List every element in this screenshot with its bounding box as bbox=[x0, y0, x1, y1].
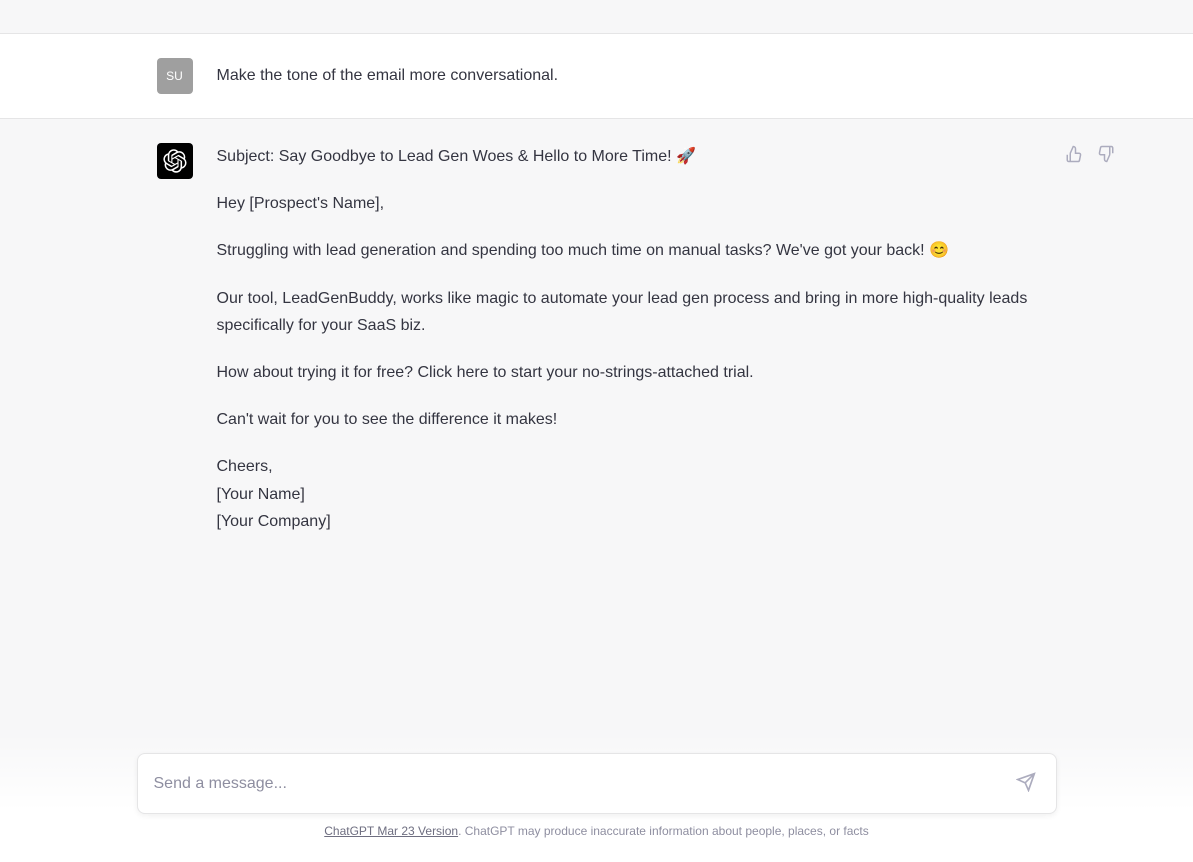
message-input[interactable] bbox=[154, 775, 1012, 793]
footer-note: ChatGPT Mar 23 Version. ChatGPT may prod… bbox=[137, 814, 1057, 852]
sig-line-2: [Your Name] bbox=[217, 486, 305, 503]
user-avatar: SU bbox=[157, 58, 193, 94]
compose-area: ChatGPT Mar 23 Version. ChatGPT may prod… bbox=[0, 733, 1193, 862]
thumbs-down-icon bbox=[1097, 145, 1115, 163]
assistant-message-row: Subject: Say Goodbye to Lead Gen Woes & … bbox=[0, 119, 1193, 559]
sig-line-1: Cheers, bbox=[217, 458, 273, 475]
assistant-para-6: Can't wait for you to see the difference… bbox=[217, 406, 1057, 433]
send-button[interactable] bbox=[1012, 768, 1040, 799]
thumbs-down-button[interactable] bbox=[1095, 143, 1117, 168]
sig-line-3: [Your Company] bbox=[217, 513, 331, 530]
user-avatar-initials: SU bbox=[166, 69, 183, 83]
assistant-para-3: Struggling with lead generation and spen… bbox=[217, 237, 1057, 264]
thumbs-up-icon bbox=[1065, 145, 1083, 163]
message-input-box bbox=[137, 753, 1057, 814]
assistant-para-5: How about trying it for free? Click here… bbox=[217, 359, 1057, 386]
user-message-text: Make the tone of the email more conversa… bbox=[217, 58, 1117, 94]
assistant-para-subject: Subject: Say Goodbye to Lead Gen Woes & … bbox=[217, 143, 1057, 170]
user-message-row: SU Make the tone of the email more conve… bbox=[0, 34, 1193, 119]
openai-logo-icon bbox=[163, 149, 187, 173]
thumbs-up-button[interactable] bbox=[1063, 143, 1085, 168]
footer-disclaimer: . ChatGPT may produce inaccurate informa… bbox=[458, 824, 869, 838]
assistant-para-4: Our tool, LeadGenBuddy, works like magic… bbox=[217, 285, 1057, 339]
assistant-avatar bbox=[157, 143, 193, 179]
assistant-signature: Cheers, [Your Name] [Your Company] bbox=[217, 453, 1057, 535]
top-strip bbox=[0, 0, 1193, 34]
version-link[interactable]: ChatGPT Mar 23 Version bbox=[324, 824, 458, 838]
assistant-para-greeting: Hey [Prospect's Name], bbox=[217, 190, 1057, 217]
send-icon bbox=[1016, 772, 1036, 792]
assistant-message-body: Subject: Say Goodbye to Lead Gen Woes & … bbox=[217, 143, 1117, 535]
feedback-controls bbox=[1063, 143, 1117, 168]
